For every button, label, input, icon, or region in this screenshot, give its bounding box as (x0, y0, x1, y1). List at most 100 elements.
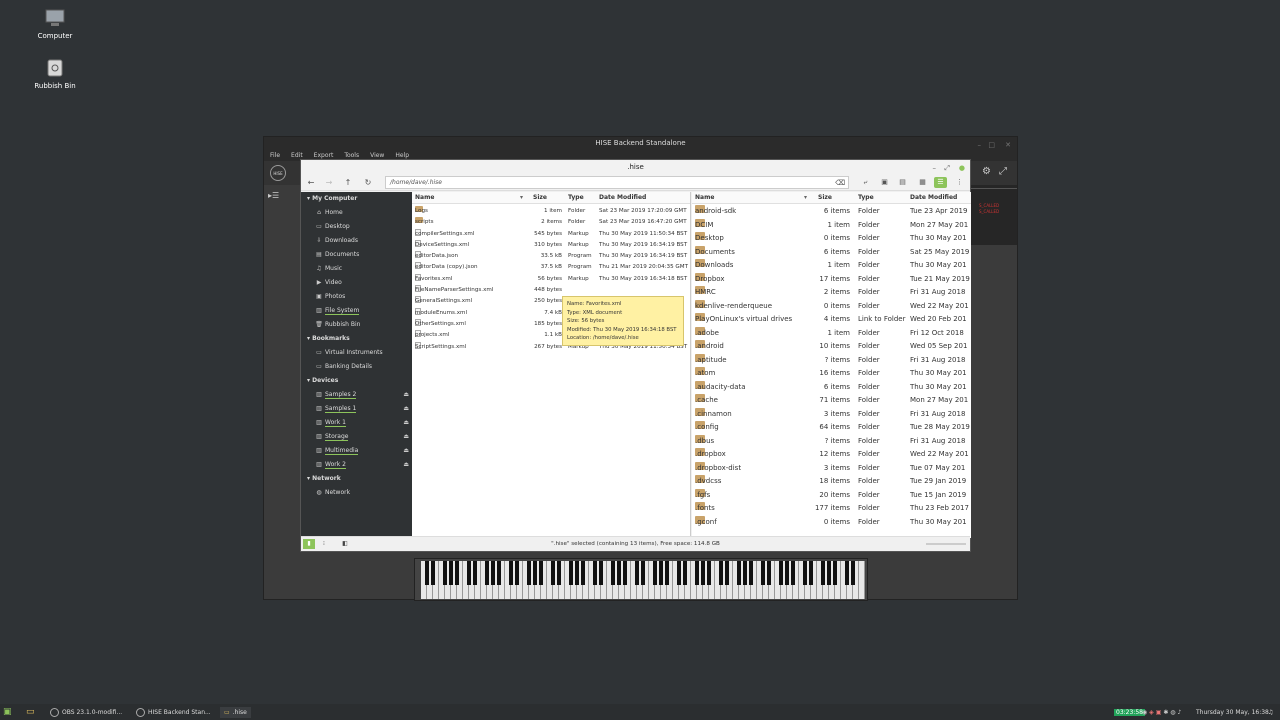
list-view-icon[interactable]: ☰ (934, 177, 947, 188)
maximize-icon[interactable]: □ (988, 139, 995, 152)
sort-icon[interactable]: ▾ (520, 192, 523, 204)
piano-black-key[interactable] (695, 561, 699, 585)
file-manager-window[interactable]: .hise – ⤢ ● ← → ↑ ↻ /home/dave/.hise ⌫ ⤶… (300, 159, 971, 552)
piano-black-key[interactable] (677, 561, 681, 585)
sidebar-item-photos[interactable]: ▣ Photos (301, 290, 412, 304)
piano-black-key[interactable] (551, 561, 555, 585)
piano-black-key[interactable] (851, 561, 855, 585)
sidebar-item-desktop[interactable]: ▭ Desktop (301, 220, 412, 234)
sidebar-section-bookmarks[interactable]: ▾ Bookmarks (301, 332, 412, 346)
show-places-icon[interactable]: ▮ (303, 539, 315, 549)
piano-black-key[interactable] (785, 561, 789, 585)
col-date[interactable]: Date Modified (599, 192, 646, 204)
sidebar-item-bookmark[interactable]: ▭ Virtual Instruments (301, 346, 412, 360)
taskbar-app-hise[interactable]: HISE Backend Stan... (136, 707, 211, 718)
music-icon[interactable]: ♫ (1268, 707, 1273, 718)
piano-black-key[interactable] (509, 561, 513, 585)
folder-row[interactable]: ▸ .dbus? itemsFolderFri 31 Aug 2018 (692, 434, 971, 449)
tray-icons[interactable]: ◉ ◈ ▣ ✱ ◍ ♪ (1142, 707, 1181, 718)
folder-row[interactable]: ▸ .dropbox12 itemsFolderWed 22 May 201 (692, 448, 971, 462)
minimize-icon[interactable]: – (933, 161, 937, 175)
piano-black-key[interactable] (617, 561, 621, 585)
menu-icon[interactable]: ▣ (3, 707, 12, 718)
compact-view-icon[interactable]: ⋮ (953, 177, 966, 188)
folder-row[interactable]: ▸ .gconf0 itemsFolderThu 30 May 201 (692, 515, 971, 530)
piano-black-key[interactable] (539, 561, 543, 585)
menu-file[interactable]: File (270, 150, 280, 161)
piano-black-key[interactable] (557, 561, 561, 585)
piano-black-key[interactable] (515, 561, 519, 585)
sidebar-item-video[interactable]: ▶ Video (301, 276, 412, 290)
piano-black-key[interactable] (749, 561, 753, 585)
piano-black-key[interactable] (725, 561, 729, 585)
piano-black-key[interactable] (641, 561, 645, 585)
sidebar-item-device[interactable]: ▥ Work 2 ⏏ (301, 458, 412, 472)
eject-icon[interactable]: ⏏ (403, 388, 409, 402)
piano-black-key[interactable] (455, 561, 459, 585)
piano-black-key[interactable] (485, 561, 489, 585)
sidebar-item-music[interactable]: ♫ Music (301, 262, 412, 276)
maximize-icon[interactable]: ⤢ (944, 161, 950, 175)
icon-view-icon[interactable]: ▦ (916, 177, 929, 188)
folder-row[interactable]: ▸ Dropbox17 itemsFolderTue 21 May 2019 (692, 272, 971, 287)
sidebar-section-devices[interactable]: ▾ Devices (301, 374, 412, 388)
folder-row[interactable]: ▸ Desktop0 itemsFolderThu 30 May 201 (692, 232, 971, 246)
back-icon[interactable]: ← (305, 177, 317, 188)
piano-black-key[interactable] (809, 561, 813, 585)
toggle-location-icon[interactable]: ⤶ (859, 177, 872, 188)
sidebar-item-device[interactable]: ▥ Storage ⏏ (301, 430, 412, 444)
folder-row[interactable]: ▸ .cache71 itemsFolderMon 27 May 201 (692, 394, 971, 408)
sidebar-item-home[interactable]: ⌂ Home (301, 206, 412, 220)
piano-black-key[interactable] (533, 561, 537, 585)
sidebar-item-rubbish-bin[interactable]: 🗑 Rubbish Bin (301, 318, 412, 332)
piano-black-key[interactable] (569, 561, 573, 585)
clear-location-icon[interactable]: ⌫ (835, 178, 845, 189)
piano-black-key[interactable] (665, 561, 669, 585)
sidebar-item-device[interactable]: ▥ Samples 1 ⏏ (301, 402, 412, 416)
folder-row[interactable]: ▸ .cinnamon3 itemsFolderFri 31 Aug 2018 (692, 407, 971, 422)
taskbar-app-obs[interactable]: OBS 23.1.0-modifi... (50, 707, 122, 718)
fullscreen-icon[interactable]: ⤢ (999, 166, 1007, 177)
piano-black-key[interactable] (491, 561, 495, 585)
show-treeview-icon[interactable]: ⁝ (318, 539, 330, 549)
sidebar-item-bookmark[interactable]: ▭ Banking Details (301, 360, 412, 374)
folder-row[interactable]: ▸ Documents6 itemsFolderSat 25 May 2019 (692, 245, 971, 260)
location-bar[interactable]: /home/dave/.hise ⌫ (385, 176, 849, 189)
col-size[interactable]: Size (533, 192, 547, 204)
zoom-slider[interactable] (926, 543, 966, 545)
piano-black-key[interactable] (833, 561, 837, 585)
folder-row[interactable]: ▸ PlayOnLinux's virtual drives4 itemsLin… (692, 313, 971, 327)
sidebar-item-documents[interactable]: ▤ Documents (301, 248, 412, 262)
col-name[interactable]: Name (695, 192, 714, 204)
piano-black-key[interactable] (845, 561, 849, 585)
eject-icon[interactable]: ⏏ (403, 458, 409, 472)
sidebar-item-network[interactable]: ◍ Network (301, 486, 412, 500)
piano-black-key[interactable] (767, 561, 771, 585)
sidebar-item-device[interactable]: ▥ Multimedia ⏏ (301, 444, 412, 458)
forward-icon[interactable]: → (323, 177, 335, 188)
folder-row[interactable]: ▸ .dvdcss18 itemsFolderTue 29 Jan 2019 (692, 475, 971, 489)
piano-black-key[interactable] (623, 561, 627, 585)
folder-row[interactable]: ▸ .fgfs20 itemsFolderTue 15 Jan 2019 (692, 488, 971, 503)
file-list-pane-left[interactable]: Name ▾ Size Type Date Modified ▸ Logs1 i… (412, 192, 691, 538)
taskbar-app-files[interactable]: ▭ .hise (220, 707, 251, 718)
piano-black-key[interactable] (581, 561, 585, 585)
piano-black-key[interactable] (653, 561, 657, 585)
up-icon[interactable]: ↑ (342, 177, 354, 188)
close-icon[interactable]: ● (959, 161, 965, 175)
reload-icon[interactable]: ↻ (362, 177, 374, 188)
file-row[interactable]: ▸ scripts2 itemsFolderSat 23 Mar 2019 16… (412, 217, 690, 228)
folder-row[interactable]: ▸ .fonts177 itemsFolderThu 23 Feb 2017 (692, 502, 971, 516)
eject-icon[interactable]: ⏏ (403, 430, 409, 444)
piano-black-key[interactable] (527, 561, 531, 585)
file-row[interactable]: DeviceSettings.xml 310 bytes Markup Thu 30 … (412, 239, 690, 251)
folder-row[interactable]: ▸ .config64 itemsFolderTue 28 May 2019 (692, 421, 971, 435)
piano-black-key[interactable] (719, 561, 723, 585)
piano-black-key[interactable] (611, 561, 615, 585)
piano-black-key[interactable] (761, 561, 765, 585)
piano-black-key[interactable] (791, 561, 795, 585)
piano-black-key[interactable] (473, 561, 477, 585)
piano-black-key[interactable] (599, 561, 603, 585)
terminal-icon[interactable]: ▣ (878, 177, 891, 188)
close-icon[interactable]: ✕ (1005, 139, 1011, 152)
